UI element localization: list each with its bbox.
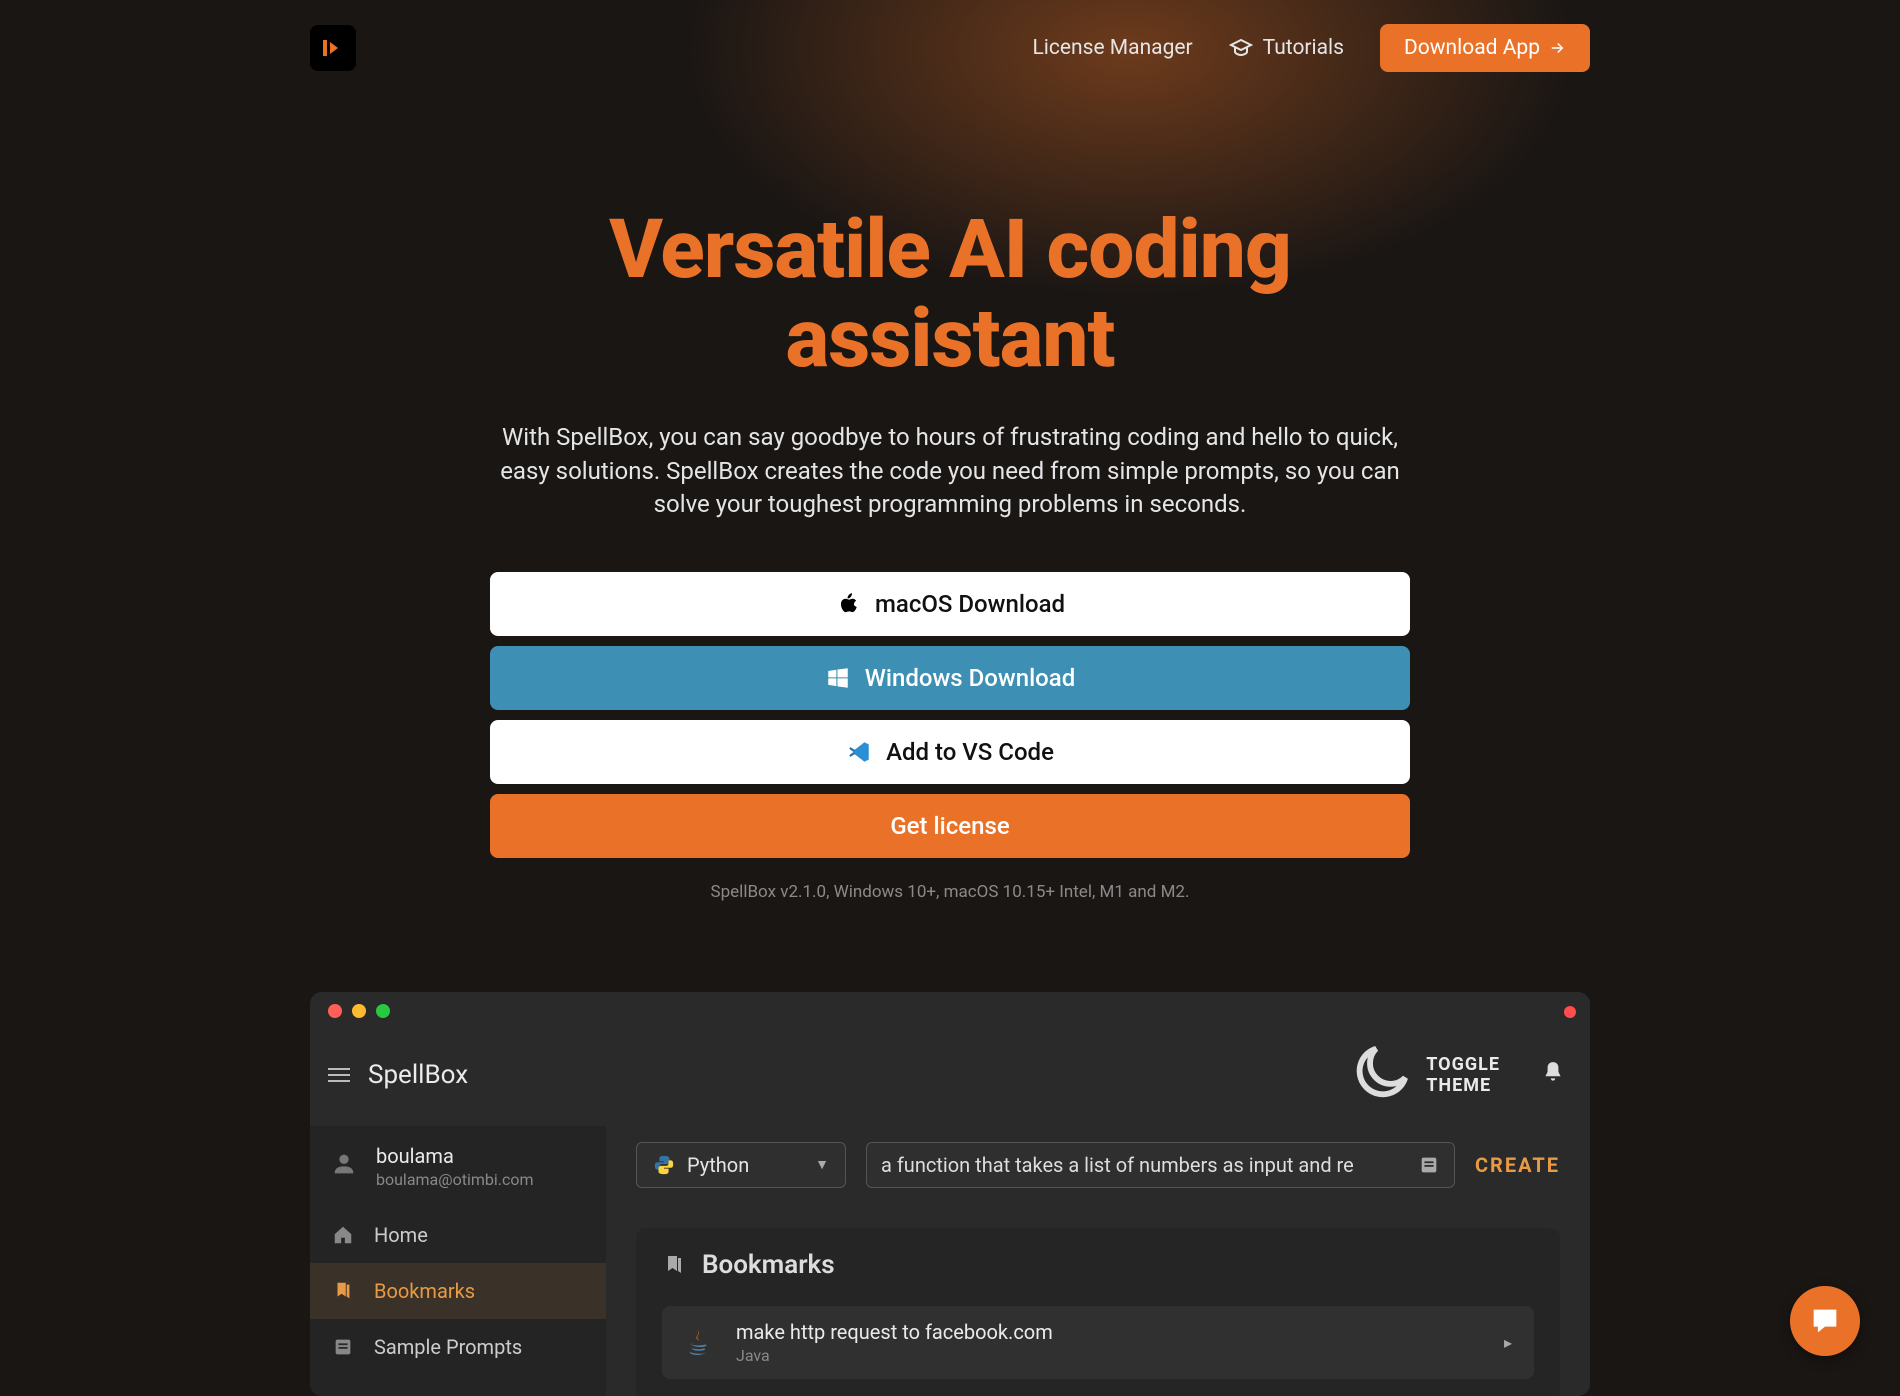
download-app-button[interactable]: Download App	[1380, 24, 1590, 72]
sidebar-item-bookmarks[interactable]: Bookmarks	[310, 1263, 606, 1319]
bookmark-icon	[332, 1280, 354, 1302]
toggle-theme-button[interactable]: TOGGLE THEME	[1344, 1040, 1500, 1110]
user-avatar-icon	[330, 1150, 358, 1182]
hero-title-line2: assistant	[786, 291, 1115, 387]
window-header: SpellBox TOGGLE THEME	[310, 1030, 1590, 1126]
windows-download-label: Windows Download	[865, 664, 1076, 692]
toggle-theme-label: TOGGLE THEME	[1426, 1054, 1500, 1096]
sidebar-item-home[interactable]: Home	[310, 1207, 606, 1263]
python-icon	[653, 1154, 675, 1176]
user-profile[interactable]: boulama boulama@otimbi.com	[310, 1126, 606, 1207]
bookmark-item-title: make http request to facebook.com	[736, 1320, 1053, 1344]
bookmarks-panel: Bookmarks make http request to facebook.…	[636, 1228, 1560, 1396]
graduation-cap-icon	[1229, 36, 1253, 60]
app-title: SpellBox	[368, 1060, 468, 1090]
sidebar-bookmarks-label: Bookmarks	[374, 1279, 475, 1303]
nav-tutorials-label: Tutorials	[1263, 36, 1344, 60]
create-button[interactable]: CREATE	[1475, 1153, 1560, 1177]
sidebar: boulama boulama@otimbi.com Home Bookmark…	[310, 1126, 606, 1396]
hero-subtitle: With SpellBox, you can say goodbye to ho…	[500, 421, 1400, 522]
minimize-icon[interactable]	[352, 1004, 366, 1018]
logo-icon	[321, 36, 345, 60]
prompt-text: a function that takes a list of numbers …	[881, 1153, 1354, 1177]
prompt-input[interactable]: a function that takes a list of numbers …	[866, 1142, 1455, 1188]
vscode-button[interactable]: Add to VS Code	[490, 720, 1410, 784]
prompt-toolbar: Python ▼ a function that takes a list of…	[636, 1142, 1560, 1188]
apple-icon	[835, 591, 861, 617]
notification-dot-icon	[1564, 1006, 1576, 1018]
compatibility-text: SpellBox v2.1.0, Windows 10+, macOS 10.1…	[310, 882, 1590, 902]
bookmarks-title: Bookmarks	[702, 1250, 835, 1280]
maximize-icon[interactable]	[376, 1004, 390, 1018]
hero-title-line1: Versatile AI coding	[609, 202, 1291, 298]
bookmark-icon	[662, 1253, 686, 1277]
nav-license-manager[interactable]: License Manager	[1032, 36, 1192, 60]
traffic-lights	[328, 1004, 390, 1018]
user-email: boulama@otimbi.com	[376, 1170, 534, 1189]
main-panel: Python ▼ a function that takes a list of…	[606, 1126, 1590, 1396]
note-icon	[1418, 1154, 1440, 1176]
nav-tutorials[interactable]: Tutorials	[1229, 36, 1344, 60]
site-header: License Manager Tutorials Download App	[310, 0, 1590, 96]
logo[interactable]	[310, 25, 356, 71]
macos-download-button[interactable]: macOS Download	[490, 572, 1410, 636]
bell-icon	[1540, 1060, 1566, 1086]
sidebar-home-label: Home	[374, 1223, 428, 1247]
download-app-label: Download App	[1404, 36, 1540, 60]
note-icon	[332, 1336, 354, 1358]
bookmark-item-lang: Java	[736, 1346, 1053, 1365]
windows-icon	[825, 665, 851, 691]
vscode-label: Add to VS Code	[886, 738, 1054, 766]
vscode-icon	[846, 739, 872, 765]
top-nav: License Manager Tutorials Download App	[1032, 24, 1590, 72]
cta-list: macOS Download Windows Download Add to V…	[490, 572, 1410, 858]
hero: Versatile AI coding assistant With Spell…	[310, 206, 1590, 902]
get-license-button[interactable]: Get license	[490, 794, 1410, 858]
java-icon	[684, 1327, 714, 1357]
notifications-button[interactable]	[1540, 1060, 1566, 1090]
moon-icon	[1344, 1040, 1414, 1110]
sidebar-item-sample-prompts[interactable]: Sample Prompts	[310, 1319, 606, 1375]
create-label: CREATE	[1475, 1153, 1560, 1177]
arrow-right-icon	[1548, 39, 1566, 57]
close-icon[interactable]	[328, 1004, 342, 1018]
bookmark-item[interactable]: make http request to facebook.com Java ▸	[662, 1306, 1534, 1379]
macos-download-label: macOS Download	[875, 590, 1065, 618]
sidebar-sample-prompts-label: Sample Prompts	[374, 1335, 522, 1359]
app-preview-window: SpellBox TOGGLE THEME	[310, 992, 1590, 1396]
language-select[interactable]: Python ▼	[636, 1142, 846, 1188]
chevron-right-icon: ▸	[1504, 1333, 1512, 1352]
window-titlebar	[310, 992, 1590, 1030]
hamburger-menu-icon[interactable]	[328, 1068, 350, 1082]
nav-license-label: License Manager	[1032, 36, 1192, 60]
language-label: Python	[687, 1153, 749, 1177]
get-license-label: Get license	[890, 812, 1009, 840]
home-icon	[332, 1224, 354, 1246]
window-body: boulama boulama@otimbi.com Home Bookmark…	[310, 1126, 1590, 1396]
hero-title: Versatile AI coding assistant	[310, 206, 1590, 383]
windows-download-button[interactable]: Windows Download	[490, 646, 1410, 710]
chevron-down-icon: ▼	[815, 1156, 829, 1173]
user-name: boulama	[376, 1144, 534, 1168]
